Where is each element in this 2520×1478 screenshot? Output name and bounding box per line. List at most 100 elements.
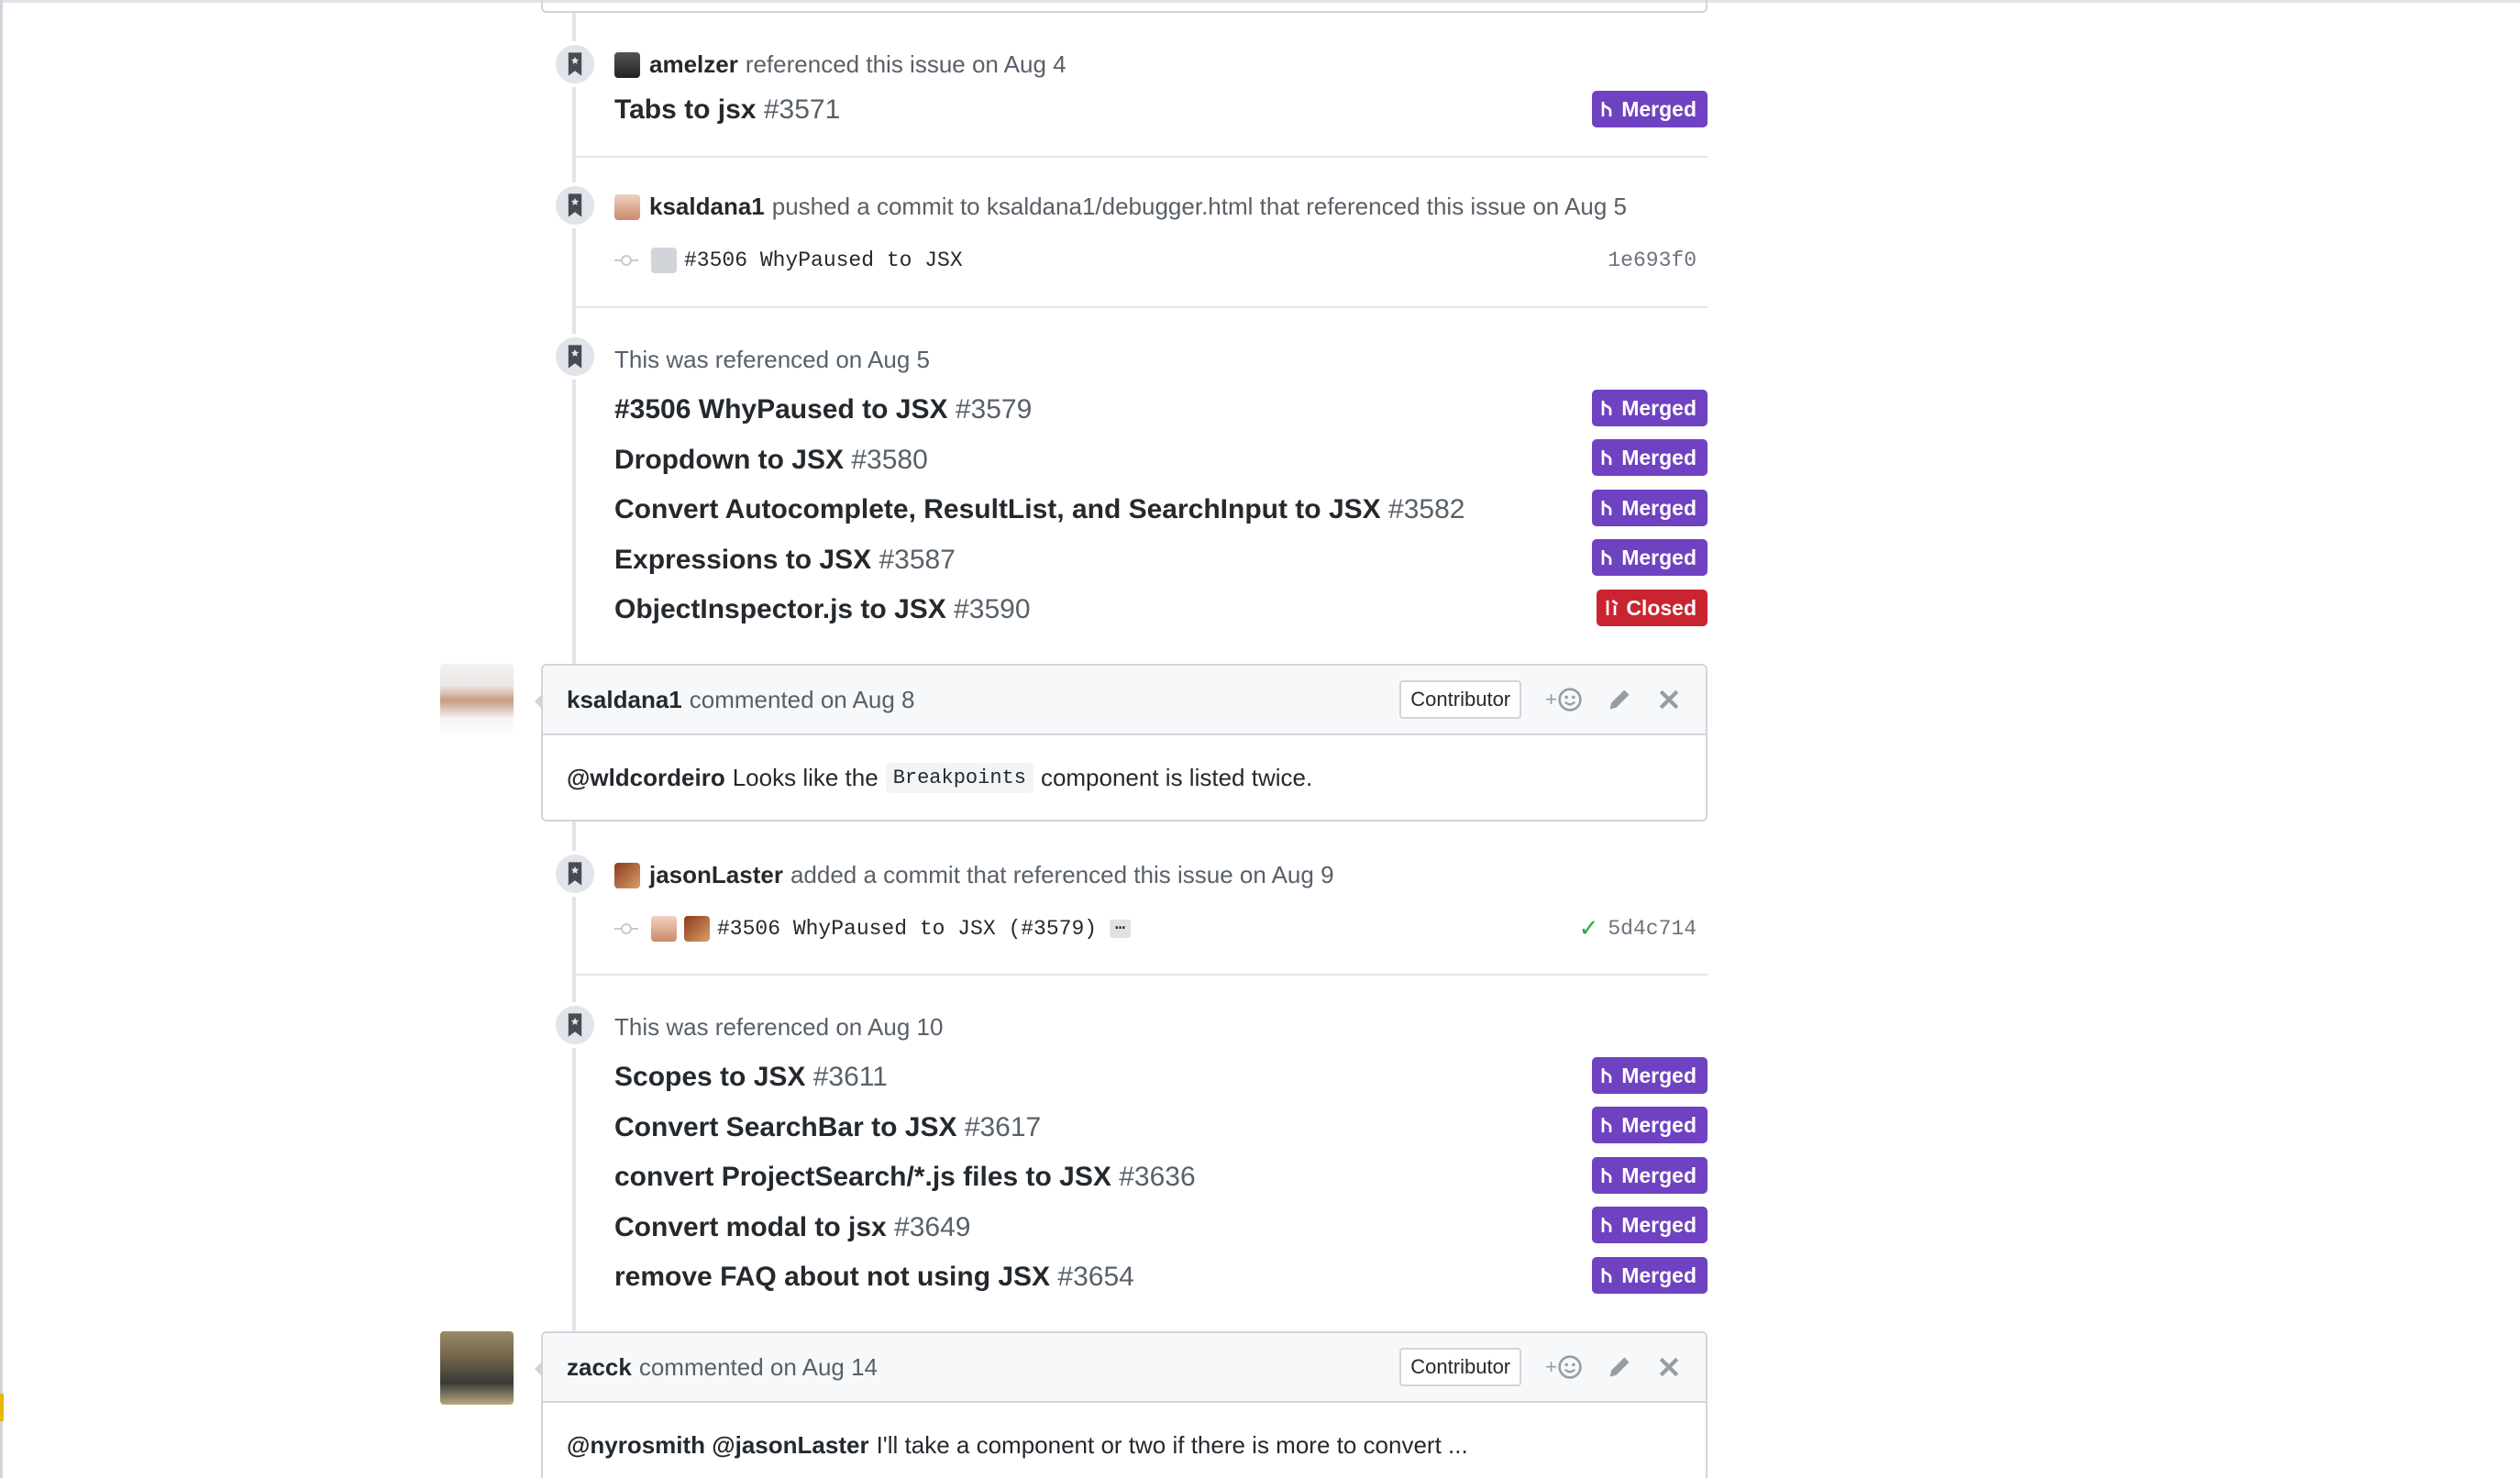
event-text: pushed a commit to ksaldana1/debugger.ht… bbox=[771, 193, 1628, 220]
pr-number[interactable]: #3636 bbox=[1119, 1162, 1195, 1192]
delete-button[interactable] bbox=[1656, 687, 1682, 712]
state-badge-merged: Merged bbox=[1592, 91, 1708, 127]
avatar[interactable] bbox=[614, 862, 640, 888]
pr-number[interactable]: #3649 bbox=[894, 1212, 970, 1242]
merge-icon bbox=[1601, 550, 1612, 565]
pr-number[interactable]: #3580 bbox=[851, 445, 927, 475]
comment-text: I'll take a component or two if there is… bbox=[876, 1430, 1468, 1459]
author-link[interactable]: jasonLaster bbox=[649, 861, 783, 889]
close-icon bbox=[1659, 689, 1679, 710]
pr-number[interactable]: #3571 bbox=[764, 94, 840, 125]
bookmark-icon bbox=[552, 334, 598, 380]
pencil-icon bbox=[1609, 689, 1630, 710]
contributor-label: Contributor bbox=[1399, 1348, 1522, 1386]
user-mention[interactable]: @nyrosmith @jasonLaster bbox=[567, 1431, 869, 1460]
timeline-divider bbox=[576, 306, 1708, 308]
avatar[interactable] bbox=[614, 193, 640, 220]
reference-title[interactable]: Tabs to jsx #3571 bbox=[614, 94, 840, 126]
commit-sha[interactable]: ✓ 5d4c714 bbox=[1579, 915, 1697, 943]
close-icon bbox=[1659, 1357, 1679, 1377]
pr-title[interactable]: convert ProjectSearch/*.js files to JSX bbox=[614, 1162, 1111, 1192]
state-badge-merged: Merged bbox=[1592, 1257, 1708, 1294]
user-mention[interactable]: @wldcordeiro bbox=[567, 764, 725, 792]
check-icon[interactable]: ✓ bbox=[1579, 915, 1599, 943]
edit-button[interactable] bbox=[1607, 687, 1632, 712]
pr-title[interactable]: Convert SearchBar to JSX bbox=[614, 1112, 956, 1142]
pr-number[interactable]: #3579 bbox=[956, 394, 1032, 425]
author-link[interactable]: ksaldana1 bbox=[649, 193, 765, 221]
reference-title[interactable]: Convert Autocomplete, ResultList, and Se… bbox=[614, 494, 1464, 525]
pr-title[interactable]: ObjectInspector.js to JSX bbox=[614, 594, 946, 624]
merge-icon bbox=[1601, 1268, 1612, 1283]
comment-text: component is listed twice. bbox=[1040, 763, 1313, 791]
pr-number[interactable]: #3582 bbox=[1388, 494, 1464, 524]
avatar[interactable] bbox=[440, 1331, 514, 1405]
smiley-icon bbox=[1558, 1355, 1582, 1379]
pr-title[interactable]: Expressions to JSX bbox=[614, 545, 871, 575]
avatar[interactable] bbox=[440, 664, 514, 737]
merge-icon bbox=[1601, 401, 1612, 415]
reference-title[interactable]: remove FAQ about not using JSX #3654 bbox=[614, 1262, 1134, 1293]
commit-message[interactable]: #3506 WhyPaused to JSX (#3579) bbox=[717, 917, 1097, 941]
reference-title[interactable]: ObjectInspector.js to JSX #3590 bbox=[614, 594, 1031, 625]
pr-number[interactable]: #3654 bbox=[1057, 1262, 1133, 1292]
pr-title[interactable]: Scopes to JSX bbox=[614, 1062, 805, 1092]
event-text: added a commit that referenced this issu… bbox=[790, 861, 1334, 888]
state-badge-merged: Merged bbox=[1592, 1157, 1708, 1194]
pr-title[interactable]: Convert Autocomplete, ResultList, and Se… bbox=[614, 494, 1381, 524]
edit-button[interactable] bbox=[1607, 1354, 1632, 1380]
merge-icon bbox=[1601, 1118, 1612, 1132]
comment-text: Looks like the bbox=[732, 763, 879, 791]
pr-number[interactable]: #3587 bbox=[879, 545, 955, 575]
avatar[interactable] bbox=[614, 51, 640, 78]
author-link[interactable]: ksaldana1 bbox=[567, 686, 682, 714]
avatar[interactable] bbox=[651, 916, 677, 942]
state-badge-merged: Merged bbox=[1592, 1107, 1708, 1143]
event-header-ref-aug10: This was referenced on Aug 10 bbox=[614, 1013, 943, 1042]
commit-row: #3506 WhyPaused to JSX (#3579) … ✓ 5d4c7… bbox=[614, 910, 1697, 947]
scroll-marker bbox=[0, 1394, 4, 1421]
pr-number[interactable]: #3611 bbox=[813, 1062, 888, 1092]
add-reaction-button[interactable]: + bbox=[1545, 1354, 1583, 1380]
pr-title[interactable]: Dropdown to JSX bbox=[614, 445, 844, 475]
pr-title[interactable]: Convert modal to jsx bbox=[614, 1212, 887, 1242]
reference-title[interactable]: convert ProjectSearch/*.js files to JSX … bbox=[614, 1162, 1196, 1193]
author-link[interactable]: zacck bbox=[567, 1353, 632, 1382]
state-badge-merged: Merged bbox=[1592, 439, 1708, 476]
bookmark-icon bbox=[552, 41, 598, 87]
comment-timestamp[interactable]: commented on Aug 8 bbox=[690, 686, 915, 714]
comment-body: @nyrosmith @jasonLaster I'll take a comp… bbox=[543, 1403, 1706, 1478]
commit-message[interactable]: #3506 WhyPaused to JSX bbox=[684, 248, 963, 272]
avatar[interactable] bbox=[684, 916, 710, 942]
pr-number[interactable]: #3590 bbox=[954, 594, 1030, 624]
commit-dot-icon bbox=[614, 254, 642, 267]
merge-icon bbox=[1601, 1168, 1612, 1183]
add-reaction-button[interactable]: + bbox=[1545, 687, 1583, 712]
author-link[interactable]: amelzer bbox=[649, 50, 738, 79]
avatar[interactable] bbox=[651, 248, 677, 273]
pr-number[interactable]: #3617 bbox=[965, 1112, 1041, 1142]
reference-title[interactable]: Convert modal to jsx #3649 bbox=[614, 1212, 971, 1243]
contributor-label: Contributor bbox=[1399, 680, 1522, 719]
page-left-edge bbox=[0, 0, 3, 1478]
event-header-ref-aug5: This was referenced on Aug 5 bbox=[614, 346, 930, 374]
reference-title[interactable]: Dropdown to JSX #3580 bbox=[614, 445, 928, 476]
reference-title[interactable]: Scopes to JSX #3611 bbox=[614, 1062, 888, 1093]
delete-button[interactable] bbox=[1656, 1354, 1682, 1380]
bookmark-icon bbox=[552, 182, 598, 228]
expand-commit-button[interactable]: … bbox=[1110, 917, 1131, 938]
reference-title[interactable]: #3506 WhyPaused to JSX #3579 bbox=[614, 394, 1032, 425]
pr-title[interactable]: remove FAQ about not using JSX bbox=[614, 1262, 1050, 1292]
pr-title[interactable]: Tabs to jsx bbox=[614, 94, 756, 125]
commit-sha[interactable]: 1e693f0 bbox=[1608, 248, 1697, 272]
merge-icon bbox=[1601, 501, 1612, 515]
commit-dot-icon bbox=[614, 922, 642, 935]
merge-icon bbox=[1601, 102, 1612, 116]
merge-icon bbox=[1601, 1218, 1612, 1232]
comment-box: zacck commented on Aug 14 Contributor + … bbox=[535, 1331, 1708, 1478]
reference-title[interactable]: Convert SearchBar to JSX #3617 bbox=[614, 1112, 1041, 1143]
reference-title[interactable]: Expressions to JSX #3587 bbox=[614, 545, 956, 576]
pr-title[interactable]: #3506 WhyPaused to JSX bbox=[614, 394, 948, 425]
event-text: This was referenced on Aug 10 bbox=[614, 1013, 944, 1041]
comment-timestamp[interactable]: commented on Aug 14 bbox=[639, 1353, 878, 1382]
